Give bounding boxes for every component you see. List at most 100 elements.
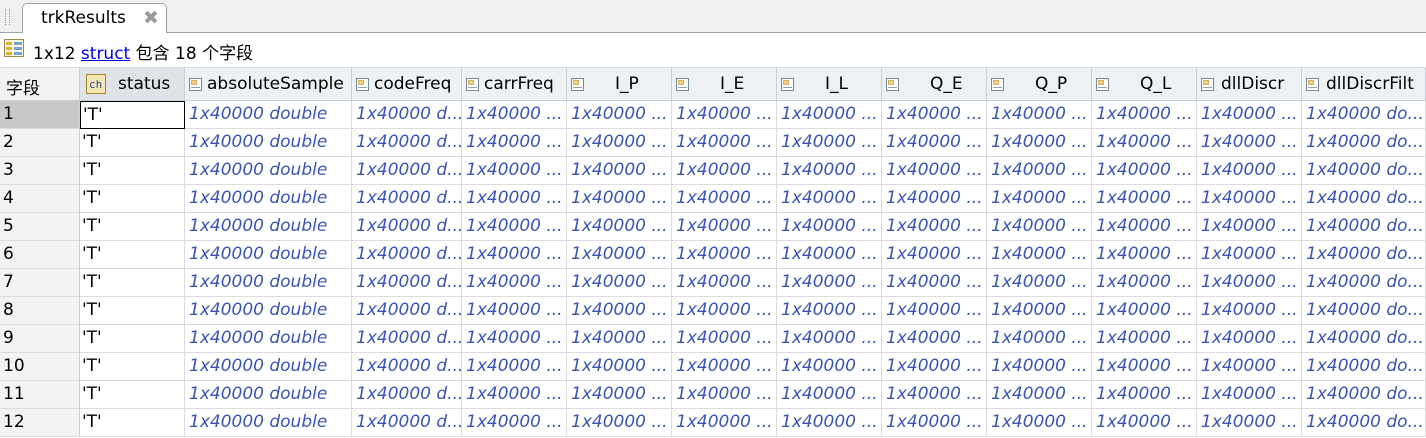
field-value-cell[interactable]: 1x40000 d... bbox=[352, 297, 462, 325]
field-value-cell[interactable]: 1x40000 ... bbox=[672, 129, 777, 157]
row-number[interactable]: 4 bbox=[0, 185, 80, 213]
field-value-cell[interactable]: 1x40000 do... bbox=[1302, 297, 1426, 325]
field-value-cell[interactable]: 1x40000 ... bbox=[462, 409, 567, 437]
status-cell[interactable]: 'T' bbox=[80, 129, 185, 157]
field-value-cell[interactable]: 1x40000 ... bbox=[882, 101, 987, 129]
field-value-cell[interactable]: 1x40000 ... bbox=[567, 269, 672, 297]
field-value-cell[interactable]: 1x40000 ... bbox=[462, 241, 567, 269]
field-value-cell[interactable]: 1x40000 ... bbox=[672, 381, 777, 409]
row-number[interactable]: 11 bbox=[0, 381, 80, 409]
struct-link[interactable]: struct bbox=[81, 44, 130, 64]
field-value-cell[interactable]: 1x40000 ... bbox=[882, 381, 987, 409]
field-value-cell[interactable]: 1x40000 ... bbox=[462, 129, 567, 157]
field-value-cell[interactable]: 1x40000 ... bbox=[987, 101, 1092, 129]
field-value-cell[interactable]: 1x40000 d... bbox=[352, 157, 462, 185]
field-value-cell[interactable]: 1x40000 double bbox=[185, 101, 352, 129]
field-value-cell[interactable]: 1x40000 d... bbox=[352, 241, 462, 269]
field-value-cell[interactable]: 1x40000 ... bbox=[987, 381, 1092, 409]
field-value-cell[interactable]: 1x40000 double bbox=[185, 129, 352, 157]
field-value-cell[interactable]: 1x40000 do... bbox=[1302, 381, 1426, 409]
field-value-cell[interactable]: 1x40000 ... bbox=[987, 129, 1092, 157]
field-value-cell[interactable]: 1x40000 double bbox=[185, 157, 352, 185]
field-value-cell[interactable]: 1x40000 ... bbox=[1092, 241, 1197, 269]
field-value-cell[interactable]: 1x40000 ... bbox=[987, 241, 1092, 269]
field-value-cell[interactable]: 1x40000 ... bbox=[882, 269, 987, 297]
status-cell[interactable]: 'T' bbox=[80, 353, 185, 381]
row-number[interactable]: 3 bbox=[0, 157, 80, 185]
field-value-cell[interactable]: 1x40000 d... bbox=[352, 213, 462, 241]
field-value-cell[interactable]: 1x40000 ... bbox=[777, 101, 882, 129]
status-cell[interactable]: 'T' bbox=[80, 409, 185, 437]
field-value-cell[interactable]: 1x40000 ... bbox=[1092, 101, 1197, 129]
field-value-cell[interactable]: 1x40000 ... bbox=[1092, 325, 1197, 353]
field-value-cell[interactable]: 1x40000 double bbox=[185, 269, 352, 297]
field-value-cell[interactable]: 1x40000 ... bbox=[567, 297, 672, 325]
column-header-dlldiscrfilt[interactable]: dllDiscrFilt bbox=[1302, 67, 1426, 101]
field-value-cell[interactable]: 1x40000 ... bbox=[987, 157, 1092, 185]
row-number[interactable]: 12 bbox=[0, 409, 80, 437]
row-number[interactable]: 10 bbox=[0, 353, 80, 381]
field-value-cell[interactable]: 1x40000 ... bbox=[567, 101, 672, 129]
field-value-cell[interactable]: 1x40000 ... bbox=[1197, 353, 1302, 381]
field-value-cell[interactable]: 1x40000 ... bbox=[567, 157, 672, 185]
field-value-cell[interactable]: 1x40000 ... bbox=[882, 241, 987, 269]
column-header-i-l[interactable]: I_L bbox=[777, 67, 882, 101]
status-cell[interactable]: 'T' bbox=[80, 269, 185, 297]
field-value-cell[interactable]: 1x40000 ... bbox=[672, 297, 777, 325]
field-value-cell[interactable]: 1x40000 ... bbox=[462, 325, 567, 353]
status-cell[interactable]: 'T' bbox=[80, 297, 185, 325]
field-value-cell[interactable]: 1x40000 ... bbox=[672, 157, 777, 185]
field-value-cell[interactable]: 1x40000 ... bbox=[462, 213, 567, 241]
field-value-cell[interactable]: 1x40000 ... bbox=[777, 353, 882, 381]
field-value-cell[interactable]: 1x40000 d... bbox=[352, 269, 462, 297]
field-value-cell[interactable]: 1x40000 double bbox=[185, 409, 352, 437]
field-value-cell[interactable]: 1x40000 ... bbox=[1092, 353, 1197, 381]
field-value-cell[interactable]: 1x40000 ... bbox=[882, 213, 987, 241]
row-number[interactable]: 7 bbox=[0, 269, 80, 297]
field-value-cell[interactable]: 1x40000 ... bbox=[1092, 409, 1197, 437]
field-value-cell[interactable]: 1x40000 d... bbox=[352, 381, 462, 409]
field-value-cell[interactable]: 1x40000 double bbox=[185, 185, 352, 213]
field-value-cell[interactable]: 1x40000 ... bbox=[567, 325, 672, 353]
field-value-cell[interactable]: 1x40000 ... bbox=[672, 213, 777, 241]
row-number[interactable]: 5 bbox=[0, 213, 80, 241]
field-value-cell[interactable]: 1x40000 ... bbox=[1197, 409, 1302, 437]
field-value-cell[interactable]: 1x40000 ... bbox=[777, 129, 882, 157]
field-value-cell[interactable]: 1x40000 ... bbox=[1197, 325, 1302, 353]
field-value-cell[interactable]: 1x40000 double bbox=[185, 241, 352, 269]
status-cell[interactable]: 'T' bbox=[80, 325, 185, 353]
field-value-cell[interactable]: 1x40000 ... bbox=[777, 325, 882, 353]
field-value-cell[interactable]: 1x40000 double bbox=[185, 213, 352, 241]
column-header-status[interactable]: ch status bbox=[80, 67, 185, 101]
field-value-cell[interactable]: 1x40000 ... bbox=[987, 353, 1092, 381]
field-value-cell[interactable]: 1x40000 ... bbox=[1197, 381, 1302, 409]
field-value-cell[interactable]: 1x40000 ... bbox=[1092, 297, 1197, 325]
field-value-cell[interactable]: 1x40000 ... bbox=[1092, 185, 1197, 213]
field-value-cell[interactable]: 1x40000 ... bbox=[882, 157, 987, 185]
field-value-cell[interactable]: 1x40000 d... bbox=[352, 325, 462, 353]
field-value-cell[interactable]: 1x40000 ... bbox=[462, 101, 567, 129]
field-value-cell[interactable]: 1x40000 ... bbox=[987, 325, 1092, 353]
row-number[interactable]: 2 bbox=[0, 129, 80, 157]
field-value-cell[interactable]: 1x40000 do... bbox=[1302, 353, 1426, 381]
field-value-cell[interactable]: 1x40000 ... bbox=[462, 269, 567, 297]
field-value-cell[interactable]: 1x40000 ... bbox=[672, 185, 777, 213]
field-value-cell[interactable]: 1x40000 do... bbox=[1302, 129, 1426, 157]
field-value-cell[interactable]: 1x40000 ... bbox=[462, 157, 567, 185]
field-value-cell[interactable]: 1x40000 ... bbox=[777, 409, 882, 437]
field-value-cell[interactable]: 1x40000 ... bbox=[882, 353, 987, 381]
field-value-cell[interactable]: 1x40000 d... bbox=[352, 129, 462, 157]
field-value-cell[interactable]: 1x40000 ... bbox=[1092, 129, 1197, 157]
field-value-cell[interactable]: 1x40000 ... bbox=[1197, 241, 1302, 269]
field-value-cell[interactable]: 1x40000 do... bbox=[1302, 185, 1426, 213]
column-header-q-p[interactable]: Q_P bbox=[987, 67, 1092, 101]
field-value-cell[interactable]: 1x40000 ... bbox=[987, 185, 1092, 213]
field-value-cell[interactable]: 1x40000 ... bbox=[987, 297, 1092, 325]
field-value-cell[interactable]: 1x40000 ... bbox=[777, 241, 882, 269]
field-value-cell[interactable]: 1x40000 ... bbox=[672, 325, 777, 353]
status-cell[interactable]: 'T' bbox=[80, 213, 185, 241]
row-number[interactable]: 9 bbox=[0, 325, 80, 353]
column-header-q-l[interactable]: Q_L bbox=[1092, 67, 1197, 101]
status-cell[interactable]: 'T' bbox=[80, 157, 185, 185]
field-value-cell[interactable]: 1x40000 ... bbox=[777, 269, 882, 297]
